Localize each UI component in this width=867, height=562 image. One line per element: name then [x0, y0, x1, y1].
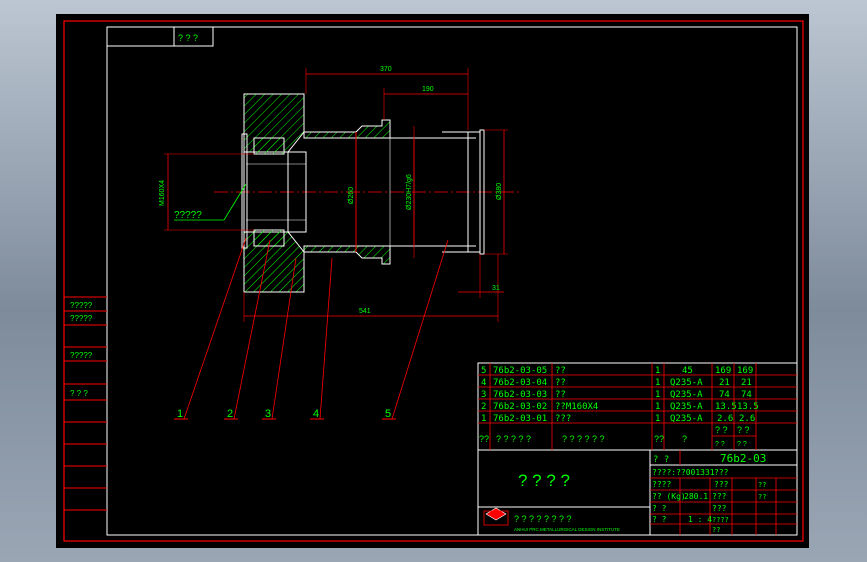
bom-w2-4: 13.5	[737, 402, 759, 412]
bom-qty-3: 1	[655, 390, 660, 400]
dim-note: ?????	[174, 210, 202, 221]
bom-w2-2: 21	[741, 378, 752, 388]
bom-qty-1: 1	[655, 366, 660, 376]
weight-label: ?? (Kg)	[652, 492, 686, 501]
drawing-no: 76b2-03	[720, 452, 766, 465]
tb-r1: ????	[652, 480, 671, 489]
bom-code-5: 76b2-03-01	[493, 414, 547, 424]
bom-w1-2: 21	[719, 378, 730, 388]
tb-right-c: ???	[712, 492, 727, 501]
cad-viewport[interactable]: ? ? ? ????? ????? ????? ? ? ? 370 190 54…	[56, 14, 809, 548]
nut-top	[253, 137, 285, 155]
bom-w1-1: 169	[715, 366, 731, 376]
bom-qty-2: 1	[655, 378, 660, 388]
bom-w2-5: 2.6	[739, 414, 755, 424]
left-strip: ????? ????? ????? ? ? ?	[64, 296, 107, 511]
bom-name-2: ??	[555, 378, 566, 388]
scale-label: ? ?	[652, 504, 667, 513]
bom-h-w3: ? ?	[715, 441, 725, 448]
bom-w2-1: 169	[737, 366, 753, 376]
bom-name-1: ??	[555, 366, 566, 376]
balloon-leaders: 1 2 3 4 5	[174, 237, 449, 420]
tb-right-f: ????	[712, 516, 729, 524]
tube-bottom	[303, 245, 391, 265]
bom-name-3: ??	[555, 390, 566, 400]
tb-right-b: ???	[714, 480, 729, 489]
tb-right-d: ???	[712, 504, 727, 513]
bom-no-4: 2	[481, 402, 486, 412]
bom-code-4: 76b2-03-02	[493, 402, 547, 412]
dim-190: 190	[422, 86, 434, 93]
scale-value: 1 : 4	[688, 515, 712, 524]
bom-h-name: ? ? ? ? ? ?	[562, 434, 605, 444]
company-name-cn: ? ? ? ? ? ? ? ?	[514, 514, 572, 524]
weight-value: 280.1	[684, 492, 708, 501]
bom-mat-1: 45	[682, 366, 693, 376]
bom-h-w4: ? ?	[737, 441, 747, 448]
bom-table: 5 76b2-03-05 ?? 1 45 169 169 4 76b2-03-0…	[477, 362, 798, 536]
dim-thread: M160X4	[159, 180, 166, 206]
dim-dia-a: Ø260	[348, 187, 355, 204]
asm-no: ????:??001331	[652, 468, 715, 477]
tube-top	[303, 119, 391, 139]
drawing-canvas: ? ? ? ????? ????? ????? ? ? ? 370 190 54…	[63, 20, 804, 542]
bom-mat-2: Q235-A	[670, 378, 703, 388]
balloon-3: 3	[265, 408, 271, 420]
bom-qty-4: 1	[655, 402, 660, 412]
dim-370: 370	[380, 66, 392, 73]
company-logo: ? ? ? ? ? ? ? ? ANHUI PRC METALLURGICAL …	[483, 507, 620, 532]
sheet-frame	[63, 20, 804, 542]
balloon-4: 4	[313, 408, 319, 420]
dim-541: 541	[359, 308, 371, 315]
bom-h-mat: ?	[682, 434, 687, 444]
dim-31: 31	[492, 285, 500, 292]
balloon-2: 2	[227, 408, 233, 420]
bom-name-4: ??M160X4	[555, 402, 598, 412]
sheet-label: ? ?	[652, 515, 667, 524]
tb-right-h: ??	[758, 493, 766, 501]
bom-h-qty: ??	[654, 434, 664, 444]
bom-code-1: 76b2-03-05	[493, 366, 547, 376]
drawing-border	[106, 26, 798, 536]
bom-h-w2: ? ?	[737, 425, 750, 435]
bom-w2-3: 74	[741, 390, 752, 400]
dim-dia-c: Ø380	[496, 183, 503, 200]
tb-right-a: ???	[714, 468, 729, 477]
bom-code-3: 76b2-03-03	[493, 390, 547, 400]
bom-qty-5: 1	[655, 414, 660, 424]
bom-no-2: 4	[481, 378, 486, 388]
bom-mat-5: Q235-A	[670, 414, 703, 424]
strip-label-1: ?????	[70, 301, 93, 310]
tb-right-e: ??	[712, 526, 720, 534]
bom-no-1: 5	[481, 366, 486, 376]
dimensions: 370 190 541 31 M160X4 Ø260 Ø230H7/g6 Ø38…	[159, 66, 508, 322]
bom-code-2: 76b2-03-04	[493, 378, 547, 388]
bom-w1-3: 74	[719, 390, 730, 400]
title-block: ? ? ? ? ? ? 76b2-03 ????:??001331 ???? ?…	[478, 450, 797, 535]
corner-code-text: ? ? ?	[178, 33, 198, 43]
dim-dia-b: Ø230H7/g6	[406, 174, 413, 210]
bom-no-5: 1	[481, 414, 486, 424]
bom-h-code: ? ? ? ? ?	[496, 434, 531, 444]
bom-mat-3: Q235-A	[670, 390, 703, 400]
bom-no-3: 3	[481, 390, 486, 400]
strip-label-2: ?????	[70, 314, 93, 323]
bom-name-5: ???	[555, 414, 571, 424]
drawing-title: ? ? ? ?	[518, 471, 570, 490]
balloon-5: 5	[385, 408, 391, 420]
strip-label-4: ? ? ?	[70, 389, 88, 398]
bom-w1-4: 13.5	[715, 402, 737, 412]
company-name-en: ANHUI PRC METALLURGICAL DESIGN INSTITUTE	[514, 527, 620, 532]
bom-h-w1: ? ?	[715, 425, 728, 435]
bom-w1-5: 2.6	[717, 414, 733, 424]
part-section-view	[214, 93, 521, 293]
bom-mat-4: Q235-A	[670, 402, 703, 412]
tb-right-g: ??	[758, 481, 766, 489]
balloon-1: 1	[177, 408, 183, 420]
strip-label-3: ?????	[70, 351, 93, 360]
drawing-no-label: ? ?	[653, 455, 669, 465]
bom-h-no: ??	[479, 434, 489, 444]
